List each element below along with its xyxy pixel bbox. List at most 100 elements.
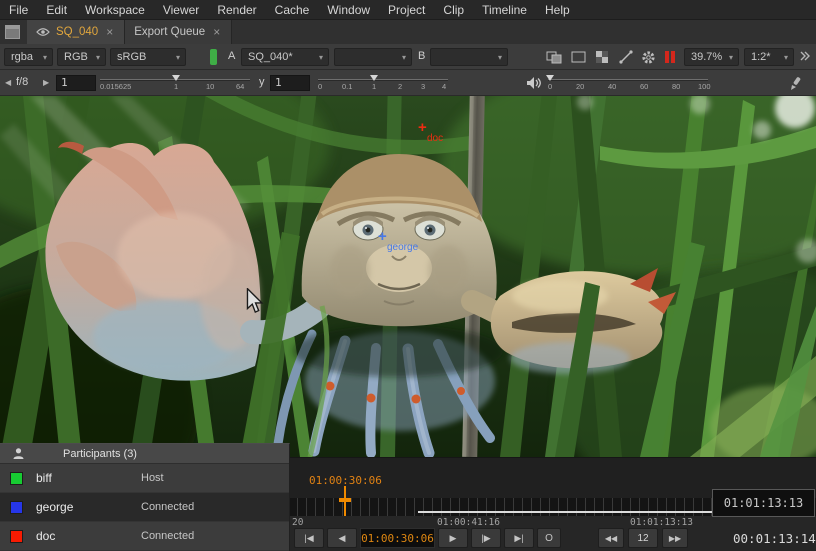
- viewport-image[interactable]: [0, 96, 816, 457]
- tick-label: 0.1: [342, 82, 352, 91]
- participant-row-biff[interactable]: biff Host: [0, 464, 289, 493]
- input-b-dropdown[interactable]: ▾: [430, 48, 508, 66]
- chevron-down-icon: ▾: [729, 53, 733, 62]
- tab-export-queue[interactable]: Export Queue ×: [125, 20, 232, 44]
- tick-label: 3: [421, 82, 425, 91]
- step-back-button[interactable]: ◀: [327, 528, 357, 548]
- slider-ticks: 0 0.1 1 2 3 4: [318, 81, 448, 91]
- menu-item-viewer[interactable]: Viewer: [154, 0, 208, 20]
- timeline-in-label: 20: [292, 517, 303, 528]
- chevron-down-icon: ▾: [96, 53, 100, 62]
- color-sample-icon[interactable]: [786, 75, 806, 91]
- proxy-value: 1:2*: [751, 51, 771, 63]
- viewer-viewport[interactable]: + doc + george: [0, 96, 816, 457]
- full-frame-icon[interactable]: [568, 49, 588, 65]
- input-a-value: SQ_040*: [248, 51, 293, 63]
- wipe-icon[interactable]: [616, 49, 636, 65]
- menu-item-window[interactable]: Window: [318, 0, 379, 20]
- go-to-end-button[interactable]: ▶|: [504, 528, 534, 548]
- participant-color-swatch: [10, 530, 23, 543]
- gamma-label: y: [259, 76, 265, 88]
- viewer-toolbar: rgba ▾ RGB ▾ sRGB ▾ A SQ_040* ▾ ▾ B ▾: [0, 44, 816, 70]
- buffer-indicator: [210, 49, 217, 65]
- menu-item-clip[interactable]: Clip: [434, 0, 473, 20]
- view-mode-dropdown[interactable]: ▾: [334, 48, 412, 66]
- checkerboard-icon[interactable]: [592, 49, 612, 65]
- menu-item-help[interactable]: Help: [536, 0, 579, 20]
- participant-status: Host: [141, 472, 164, 484]
- colorspace-dropdown[interactable]: sRGB ▾: [110, 48, 186, 66]
- participant-row-george[interactable]: george Connected: [0, 493, 289, 522]
- tick-label: 100: [698, 82, 711, 91]
- input-a-label: A: [228, 50, 235, 62]
- tab-viewer-sq040[interactable]: SQ_040 ×: [27, 20, 125, 44]
- step-forward-button[interactable]: |▶: [471, 528, 501, 548]
- panel-icon[interactable]: [5, 25, 20, 39]
- tick-label: 1: [174, 82, 178, 91]
- volume-icon[interactable]: [524, 75, 544, 91]
- tick-label: 40: [608, 82, 616, 91]
- input-b-label: B: [418, 50, 425, 62]
- pause-playback-icon[interactable]: [662, 49, 678, 65]
- menu-item-timeline[interactable]: Timeline: [473, 0, 536, 20]
- pause-bar: [665, 51, 669, 63]
- volume-slider[interactable]: 0 20 40 60 80 100: [548, 79, 708, 91]
- participant-color-swatch: [10, 472, 23, 485]
- gear-icon[interactable]: [638, 49, 658, 65]
- timeline-range-bar[interactable]: [418, 511, 712, 513]
- participant-color-swatch: [10, 501, 23, 514]
- fstop-decrease-icon[interactable]: ◀: [5, 78, 11, 88]
- participant-name: doc: [36, 529, 141, 543]
- tab-label: Export Queue: [134, 26, 205, 38]
- current-timecode-input[interactable]: 01:00:30:06: [360, 528, 435, 548]
- tick-label: 0: [548, 82, 552, 91]
- timeline-out-label: 01:01:13:13: [630, 517, 693, 528]
- menu-item-cache[interactable]: Cache: [266, 0, 319, 20]
- fast-forward-button[interactable]: ▶▶: [662, 528, 688, 548]
- zoom-dropdown[interactable]: 39.7% ▾: [684, 48, 739, 66]
- gain-input[interactable]: 1: [56, 75, 96, 91]
- play-button[interactable]: ▶: [438, 528, 468, 548]
- gain-slider[interactable]: 0.015625 1 10 64: [100, 79, 250, 91]
- menu-item-file[interactable]: File: [0, 0, 37, 20]
- fstop-label: f/8: [16, 76, 28, 88]
- timeline-playhead-marker[interactable]: [339, 498, 351, 502]
- out-timecode-display: 01:01:13:13: [712, 489, 815, 517]
- menu-item-workspace[interactable]: Workspace: [76, 0, 154, 20]
- go-to-start-button[interactable]: |◀: [294, 528, 324, 548]
- menu-item-render[interactable]: Render: [208, 0, 265, 20]
- tick-label: 60: [640, 82, 648, 91]
- gamma-input[interactable]: 1: [270, 75, 310, 91]
- tick-label: 2: [398, 82, 402, 91]
- fps-display[interactable]: 12: [628, 528, 658, 548]
- ab-compare-icon[interactable]: [544, 49, 564, 65]
- menu-item-project[interactable]: Project: [379, 0, 434, 20]
- gamma-slider[interactable]: 0 0.1 1 2 3 4: [318, 79, 448, 91]
- display-dropdown[interactable]: RGB ▾: [57, 48, 106, 66]
- loop-mode-button[interactable]: O: [537, 528, 561, 548]
- close-icon[interactable]: ×: [104, 25, 115, 39]
- channel-dropdown[interactable]: rgba ▾: [4, 48, 53, 66]
- tick-label: 0: [318, 82, 322, 91]
- proxy-dropdown[interactable]: 1:2* ▾: [744, 48, 794, 66]
- participants-panel: Participants (3) biff Host george Connec…: [0, 443, 290, 551]
- playhead-timecode: 01:00:30:06: [309, 474, 382, 487]
- fstop-increase-icon[interactable]: ▶: [43, 78, 49, 88]
- eye-icon: [36, 27, 50, 37]
- input-a-dropdown[interactable]: SQ_040* ▾: [241, 48, 329, 66]
- rewind-button[interactable]: ◀◀: [598, 528, 624, 548]
- participants-title: Participants (3): [63, 448, 137, 460]
- close-icon[interactable]: ×: [211, 25, 222, 39]
- tab-bar: SQ_040 × Export Queue ×: [0, 20, 816, 44]
- participant-name: biff: [36, 471, 141, 485]
- tick-label: 80: [672, 82, 680, 91]
- expand-toolbar-icon[interactable]: [797, 49, 813, 65]
- menu-item-edit[interactable]: Edit: [37, 0, 76, 20]
- slider-ticks: 0.015625 1 10 64: [100, 81, 250, 91]
- participant-row-doc[interactable]: doc Connected: [0, 522, 289, 551]
- tick-label: 64: [236, 82, 244, 91]
- colorspace-value: sRGB: [117, 51, 146, 63]
- menu-bar: File Edit Workspace Viewer Render Cache …: [0, 0, 816, 20]
- slider-ticks: 0 20 40 60 80 100: [548, 81, 708, 91]
- participant-status: Connected: [141, 501, 194, 513]
